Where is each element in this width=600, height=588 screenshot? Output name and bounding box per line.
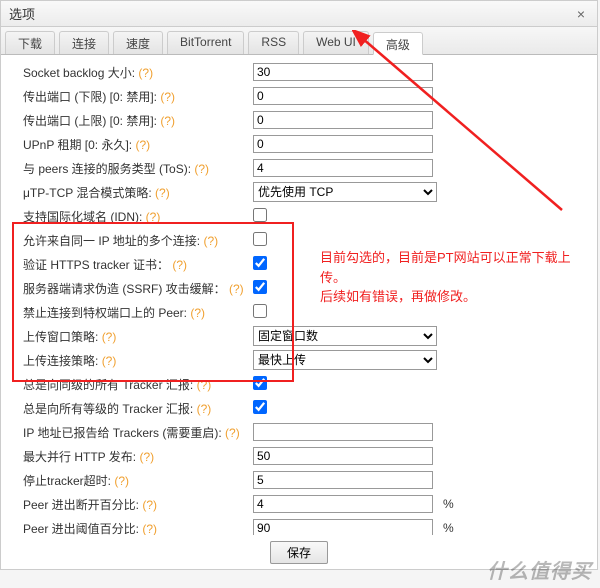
watermark: 什么值得买 [479,551,600,588]
help-icon[interactable]: (?) [146,210,161,224]
help-icon[interactable]: (?) [102,354,117,368]
tab-download[interactable]: 下载 [5,31,55,54]
close-icon[interactable]: × [573,6,589,22]
checkbox-idn[interactable] [253,208,267,222]
label-tracker-timeout: 停止tracker超时: [23,474,111,488]
checkbox-announce-all[interactable] [253,400,267,414]
select-upload-conn[interactable]: 最快上传 [253,350,437,370]
label-priv-port: 禁止连接到特权端口上的 Peer: [23,306,187,320]
tab-bittorrent[interactable]: BitTorrent [167,31,244,54]
save-button[interactable]: 保存 [270,541,328,564]
input-socket-backlog[interactable] [253,63,433,81]
label-ssrf: 服务器端请求伪造 (SSRF) 攻击缓解： [23,282,226,296]
unit-label: % [443,497,454,511]
unit-label: % [443,521,454,535]
annotation-line2: 后续如有错误，再做修改。 [320,287,580,307]
tab-advanced[interactable]: 高级 [373,32,423,55]
help-icon[interactable]: (?) [142,498,157,512]
dialog-title: 选项 [9,4,573,23]
label-utp-tcp: μTP-TCP 混合模式策略: [23,186,152,200]
checkbox-https-tracker[interactable] [253,256,267,270]
label-upload-conn: 上传连接策略: [23,354,98,368]
checkbox-announce-tier[interactable] [253,376,267,390]
help-icon[interactable]: (?) [139,450,154,464]
checkbox-multi-same-ip[interactable] [253,232,267,246]
label-out-port-max: 传出端口 (上限) [0: 禁用]: [23,114,157,128]
input-tracker-timeout[interactable] [253,471,433,489]
label-announce-tier: 总是向同级的所有 Tracker 汇报: [23,378,193,392]
help-icon[interactable]: (?) [190,306,205,320]
input-out-port-max[interactable] [253,111,433,129]
label-upnp-lease: UPnP 租期 [0: 永久]: [23,138,132,152]
input-max-http[interactable] [253,447,433,465]
label-upload-slot: 上传窗口策略: [23,330,98,344]
tab-webui[interactable]: Web UI [303,31,369,54]
tab-bar: 下载 连接 速度 BitTorrent RSS Web UI 高级 [1,27,597,55]
input-peer-disc-pct[interactable] [253,495,433,513]
label-idn: 支持国际化域名 (IDN): [23,210,142,224]
checkbox-ssrf[interactable] [253,280,267,294]
help-icon[interactable]: (?) [229,282,244,296]
help-icon[interactable]: (?) [102,330,117,344]
tab-rss[interactable]: RSS [248,31,299,54]
input-peer-thresh-pct[interactable] [253,519,433,535]
help-icon[interactable]: (?) [194,162,209,176]
input-upnp-lease[interactable] [253,135,433,153]
help-icon[interactable]: (?) [160,114,175,128]
help-icon[interactable]: (?) [142,522,157,536]
label-tos: 与 peers 连接的服务类型 (ToS): [23,162,191,176]
tab-speed[interactable]: 速度 [113,31,163,54]
checkbox-priv-port[interactable] [253,304,267,318]
select-utp-tcp[interactable]: 优先使用 TCP [253,182,437,202]
label-out-port-min: 传出端口 (下限) [0: 禁用]: [23,90,157,104]
titlebar: 选项 × [1,1,597,27]
label-max-http: 最大并行 HTTP 发布: [23,450,136,464]
help-icon[interactable]: (?) [138,66,153,80]
label-https-tracker: 验证 HTTPS tracker 证书： [23,258,169,272]
input-ip-trackers[interactable] [253,423,433,441]
tab-connection[interactable]: 连接 [59,31,109,54]
label-peer-thresh-pct: Peer 进出阈值百分比: [23,522,139,536]
input-tos[interactable] [253,159,433,177]
annotation-line1: 目前勾选的，目前是PT网站可以正常下载上传。 [320,248,580,287]
input-out-port-min[interactable] [253,87,433,105]
help-icon[interactable]: (?) [197,378,212,392]
help-icon[interactable]: (?) [203,234,218,248]
label-peer-disc-pct: Peer 进出断开百分比: [23,498,139,512]
help-icon[interactable]: (?) [160,90,175,104]
label-announce-all: 总是向所有等级的 Tracker 汇报: [23,402,193,416]
help-icon[interactable]: (?) [197,402,212,416]
label-ip-trackers: IP 地址已报告给 Trackers (需要重启): [23,426,222,440]
annotation-text: 目前勾选的，目前是PT网站可以正常下载上传。 后续如有错误，再做修改。 [320,248,580,307]
help-icon[interactable]: (?) [225,426,240,440]
label-multi-same-ip: 允许来自同一 IP 地址的多个连接: [23,234,200,248]
help-icon[interactable]: (?) [155,186,170,200]
help-icon[interactable]: (?) [172,258,187,272]
help-icon[interactable]: (?) [114,474,129,488]
help-icon[interactable]: (?) [136,138,151,152]
select-upload-slot[interactable]: 固定窗口数 [253,326,437,346]
label-socket-backlog: Socket backlog 大小: [23,66,135,80]
